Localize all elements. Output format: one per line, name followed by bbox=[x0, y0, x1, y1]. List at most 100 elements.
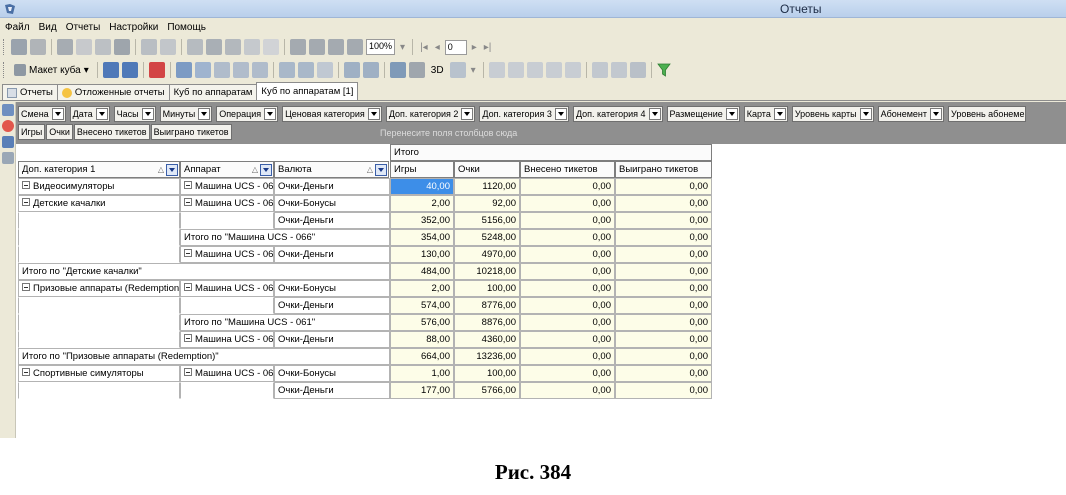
value-cell[interactable]: 352,00 bbox=[390, 212, 454, 229]
chart-icon[interactable] bbox=[449, 62, 466, 78]
paste-icon[interactable] bbox=[194, 62, 211, 78]
value-cell[interactable]: 40,00 bbox=[390, 178, 454, 195]
menu-settings[interactable]: Настройки bbox=[109, 22, 158, 33]
filter-field-subscription[interactable]: Абонемент bbox=[877, 106, 944, 122]
value-cell[interactable]: 0,00 bbox=[520, 348, 615, 365]
folder-icon[interactable] bbox=[76, 39, 92, 55]
tab-cube-by-devices[interactable]: Куб по аппаратам bbox=[168, 84, 258, 100]
value-cell[interactable]: 100,00 bbox=[454, 280, 520, 297]
document-icon[interactable] bbox=[57, 39, 73, 55]
value-cell[interactable]: 664,00 bbox=[390, 348, 454, 365]
collapse-icon[interactable] bbox=[184, 283, 192, 291]
dropdown-arrow-icon[interactable] bbox=[141, 108, 154, 120]
value-cell[interactable]: 0,00 bbox=[520, 297, 615, 314]
save-icon[interactable] bbox=[102, 62, 119, 78]
collapse-all-icon[interactable] bbox=[297, 62, 314, 78]
column-header-tickets-in[interactable]: Внесено тикетов bbox=[520, 161, 615, 178]
delete-icon[interactable] bbox=[148, 62, 165, 78]
value-cell[interactable]: 0,00 bbox=[520, 314, 615, 331]
decimal-icon[interactable] bbox=[316, 62, 333, 78]
collapse-icon[interactable] bbox=[22, 198, 30, 206]
tab-reports[interactable]: Отчеты bbox=[2, 84, 58, 100]
value-cell[interactable]: 0,00 bbox=[615, 297, 712, 314]
menu-help[interactable]: Помощь bbox=[167, 22, 206, 33]
print-icon[interactable] bbox=[408, 62, 425, 78]
dropdown-arrow-icon[interactable] bbox=[930, 108, 942, 120]
refresh-icon[interactable] bbox=[362, 62, 379, 78]
value-cell[interactable]: 100,00 bbox=[454, 365, 520, 382]
value-cell[interactable]: 0,00 bbox=[615, 348, 712, 365]
collapse-icon[interactable] bbox=[184, 249, 192, 257]
value-cell[interactable]: 1,00 bbox=[390, 365, 454, 382]
filter-field-shift[interactable]: Смена bbox=[18, 106, 66, 122]
value-cell[interactable]: 5766,00 bbox=[454, 382, 520, 399]
column-header-games[interactable]: Игры bbox=[390, 161, 454, 178]
value-cell[interactable]: 4360,00 bbox=[454, 331, 520, 348]
value-cell[interactable]: 0,00 bbox=[520, 246, 615, 263]
value-cell[interactable]: 0,00 bbox=[615, 246, 712, 263]
page-number-input[interactable]: 0 bbox=[444, 39, 467, 55]
export-icon[interactable] bbox=[187, 39, 203, 55]
value-cell[interactable]: 2,00 bbox=[390, 280, 454, 297]
tab-deferred-reports[interactable]: Отложенные отчеты bbox=[56, 84, 170, 100]
device-cell[interactable]: Машина UCS - 063 bbox=[180, 331, 274, 348]
collapse-icon[interactable] bbox=[22, 368, 30, 376]
value-cell[interactable]: 0,00 bbox=[520, 382, 615, 399]
value-cell[interactable]: 8876,00 bbox=[454, 314, 520, 331]
value-cell[interactable]: 13236,00 bbox=[454, 348, 520, 365]
zoom-select[interactable]: 100% bbox=[366, 39, 396, 55]
close-icon[interactable] bbox=[30, 39, 46, 55]
value-cell[interactable]: 0,00 bbox=[520, 212, 615, 229]
single-page-icon[interactable] bbox=[290, 39, 306, 55]
filter-field-category-2[interactable]: Доп. категория 2 bbox=[385, 106, 476, 122]
device-cell[interactable]: Машина UCS - 069 bbox=[180, 246, 274, 263]
collapse-icon[interactable] bbox=[22, 181, 30, 189]
value-cell[interactable]: 0,00 bbox=[615, 212, 712, 229]
bookmark-icon[interactable] bbox=[114, 39, 130, 55]
previous-page-icon[interactable]: ◂ bbox=[433, 42, 442, 53]
data-field-points[interactable]: Очки bbox=[46, 124, 73, 140]
value-cell[interactable]: 4970,00 bbox=[454, 246, 520, 263]
page-setup-icon[interactable] bbox=[141, 39, 157, 55]
value-cell[interactable]: 354,00 bbox=[390, 229, 454, 246]
dropdown-arrow-icon[interactable] bbox=[725, 108, 738, 120]
binoculars-icon[interactable] bbox=[232, 62, 249, 78]
device-cell[interactable]: Машина UCS - 061 bbox=[180, 280, 274, 297]
value-cell[interactable]: 1120,00 bbox=[454, 178, 520, 195]
filter-field-card[interactable]: Карта bbox=[743, 106, 788, 122]
value-cell[interactable]: 0,00 bbox=[520, 195, 615, 212]
value-cell[interactable]: 2,00 bbox=[390, 195, 454, 212]
margins-icon[interactable] bbox=[160, 39, 176, 55]
dropdown-arrow-icon[interactable] bbox=[461, 108, 474, 120]
value-cell[interactable]: 5156,00 bbox=[454, 212, 520, 229]
dropdown-arrow-icon[interactable] bbox=[264, 108, 277, 120]
value-cell[interactable]: 0,00 bbox=[615, 365, 712, 382]
toolbar-grip[interactable] bbox=[3, 39, 6, 55]
dropdown-arrow-icon[interactable] bbox=[198, 108, 211, 120]
filter-field-hours[interactable]: Часы bbox=[113, 106, 156, 122]
list-icon[interactable] bbox=[2, 152, 14, 164]
link-icon[interactable] bbox=[213, 62, 230, 78]
dropdown-arrow-icon[interactable] bbox=[95, 108, 108, 120]
page-icon[interactable] bbox=[95, 39, 111, 55]
quick-print-icon[interactable] bbox=[225, 39, 241, 55]
filter-icon[interactable] bbox=[656, 63, 671, 77]
expand-all-icon[interactable] bbox=[278, 62, 295, 78]
filter-field-operation[interactable]: Операция bbox=[216, 106, 279, 122]
watermark-icon[interactable] bbox=[244, 39, 260, 55]
sum-icon[interactable] bbox=[564, 62, 581, 78]
data-field-tickets-in[interactable]: Внесено тикетов bbox=[73, 124, 150, 140]
cube-layout-button[interactable]: Макет куба ▾ bbox=[11, 64, 92, 76]
value-cell[interactable]: 0,00 bbox=[520, 178, 615, 195]
value-cell[interactable]: 0,00 bbox=[615, 314, 712, 331]
zoom-out-icon[interactable] bbox=[610, 62, 627, 78]
value-cell[interactable]: 0,00 bbox=[615, 280, 712, 297]
chart-pie-icon[interactable] bbox=[2, 120, 14, 132]
value-cell[interactable]: 8776,00 bbox=[454, 297, 520, 314]
collapse-icon[interactable] bbox=[184, 334, 192, 342]
value-cell[interactable]: 484,00 bbox=[390, 263, 454, 280]
last-page-icon[interactable]: ▸| bbox=[482, 42, 494, 53]
dropdown-arrow-icon[interactable] bbox=[367, 108, 380, 120]
dropdown-arrow-icon[interactable] bbox=[773, 108, 786, 120]
save-icon[interactable] bbox=[11, 39, 27, 55]
